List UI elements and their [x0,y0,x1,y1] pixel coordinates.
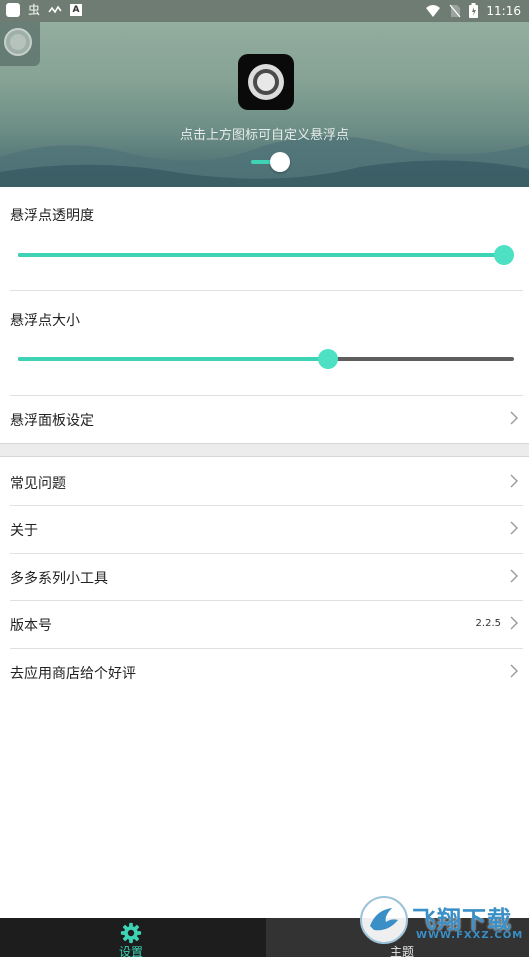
slider-fill [18,357,328,361]
slider-fill [18,253,514,257]
chevron-right-icon [510,474,518,488]
notification-app-icon [6,3,20,17]
menu-item-version[interactable]: 版本号 2.2.5 [0,601,529,648]
signal-wave-icon [48,5,62,14]
menu-item-label: 多多系列小工具 [10,571,108,587]
preview-header: 点击上方图标可自定义悬浮点 [0,22,529,187]
status-bar-left: 虫 A [6,3,83,17]
size-slider[interactable] [18,348,514,370]
menu-item-label: 去应用商店给个好评 [10,666,136,682]
opacity-slider[interactable] [18,244,514,266]
toggle-knob [270,152,290,172]
watermark-logo [360,896,408,944]
menu-item-faq[interactable]: 常见问题 [0,459,529,506]
battery-icon [469,3,479,18]
slider-thumb[interactable] [494,245,514,265]
panel-settings-row[interactable]: 悬浮面板设定 [0,396,529,443]
bird-logo-icon [370,908,398,931]
font-icon: A [70,4,83,16]
menu-item-label: 常见问题 [10,476,66,492]
status-bar: 虫 A 11:16 [0,0,529,22]
floating-ball-style-icon[interactable] [238,54,294,110]
menu-item-about[interactable]: 关于 [0,506,529,553]
ring-inner [257,73,275,91]
slider-thumb[interactable] [318,349,338,369]
bug-icon: 虫 [28,3,41,17]
tab-settings-label: 设置 [119,945,144,957]
chevron-right-icon [510,521,518,535]
gear-icon [120,922,142,944]
watermark-url: WWW.FXXZ.COM [416,930,524,941]
floating-ball-toggle[interactable] [251,152,291,172]
floating-ball[interactable] [0,22,40,66]
clock: 11:16 [486,3,521,18]
chevron-right-icon [510,664,518,678]
tab-settings[interactable]: 设置 [0,918,266,957]
watermark: 飞翔下载 WWW.FXXZ.COM [360,896,526,946]
panel-settings-label: 悬浮面板设定 [10,413,94,429]
no-sim-icon [449,4,461,17]
menu-item-label: 关于 [10,523,38,539]
wifi-icon [426,4,441,17]
section-separator [0,443,529,457]
divider [10,290,523,291]
version-value: 2.2.5 [475,618,501,629]
menu-item-rate-app[interactable]: 去应用商店给个好评 [0,649,529,696]
chevron-right-icon [510,616,518,630]
size-label: 悬浮点大小 [10,313,80,329]
floating-ball-core [10,34,26,50]
chevron-right-icon [510,569,518,583]
chevron-right-icon [510,411,518,425]
customize-hint: 点击上方图标可自定义悬浮点 [179,128,349,143]
menu-item-tools[interactable]: 多多系列小工具 [0,554,529,601]
status-bar-right: 11:16 [425,3,521,18]
opacity-label: 悬浮点透明度 [10,208,94,224]
menu-item-label: 版本号 [10,618,52,634]
